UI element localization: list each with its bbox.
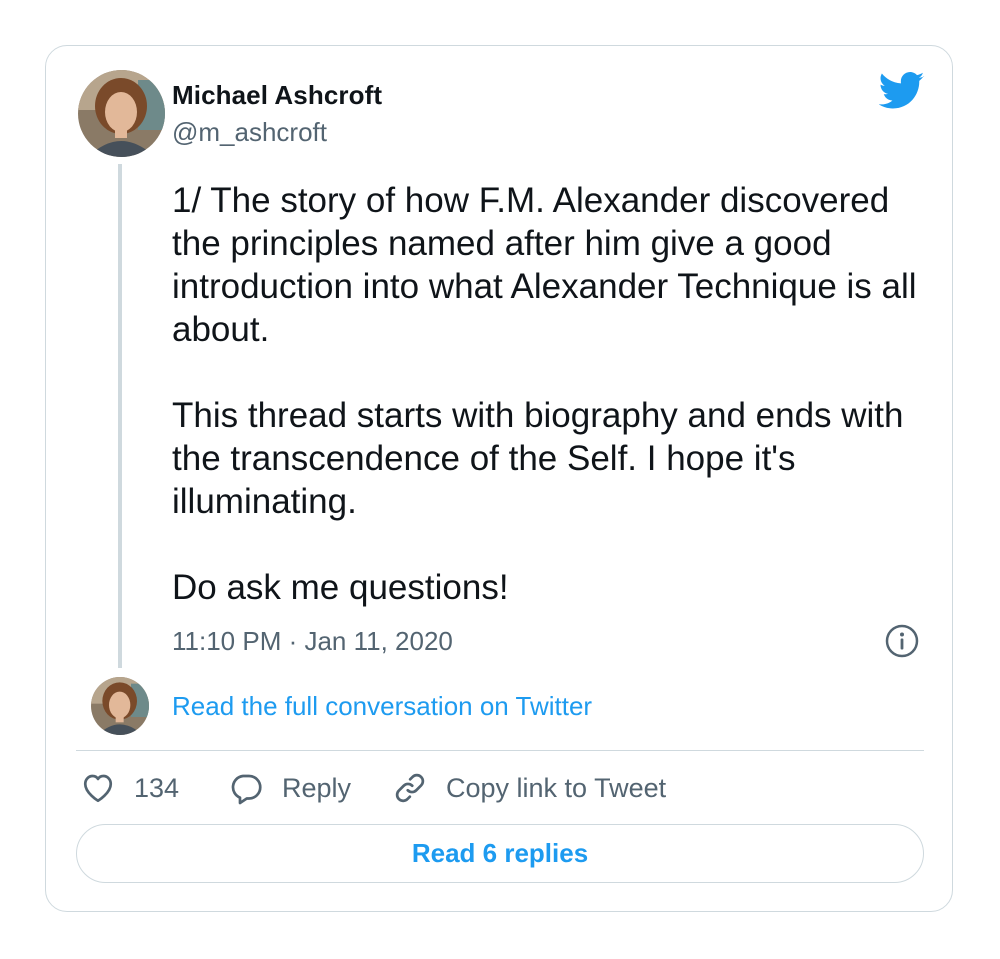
reply-label: Reply (282, 772, 352, 803)
author-handle[interactable]: @m_ashcroft (172, 117, 327, 148)
thread-line (118, 164, 122, 668)
copy-link-button[interactable]: Copy link to Tweet (392, 768, 666, 808)
speech-bubble-icon (231, 774, 262, 805)
reply-button[interactable]: Reply (228, 768, 351, 808)
tweet-paragraph: This thread starts with biography and en… (172, 396, 904, 521)
like-count: 134 (134, 772, 180, 803)
tweet-timestamp[interactable]: 11:10 PM · Jan 11, 2020 (172, 626, 453, 657)
reply-avatar[interactable] (91, 677, 149, 735)
link-icon (395, 773, 425, 803)
twitter-bird-icon[interactable] (879, 71, 925, 111)
heart-icon (83, 774, 113, 803)
author-name[interactable]: Michael Ashcroft (172, 80, 382, 111)
tweet-card: Michael Ashcroft @m_ashcroft 1/ The stor… (45, 45, 953, 912)
tweet-paragraph: Do ask me questions! (172, 568, 509, 607)
copy-link-label: Copy link to Tweet (446, 772, 667, 803)
like-button[interactable]: 134 (80, 768, 179, 808)
divider (76, 750, 924, 751)
info-icon[interactable] (885, 624, 919, 658)
tweet-text: 1/ The story of how F.M. Alexander disco… (172, 179, 932, 609)
read-conversation-link[interactable]: Read the full conversation on Twitter (172, 691, 592, 722)
avatar-photo (91, 677, 149, 735)
author-avatar[interactable] (78, 70, 165, 157)
avatar-photo (78, 70, 165, 157)
tweet-paragraph: 1/ The story of how F.M. Alexander disco… (172, 181, 917, 349)
read-replies-button[interactable]: Read 6 replies (76, 824, 924, 883)
